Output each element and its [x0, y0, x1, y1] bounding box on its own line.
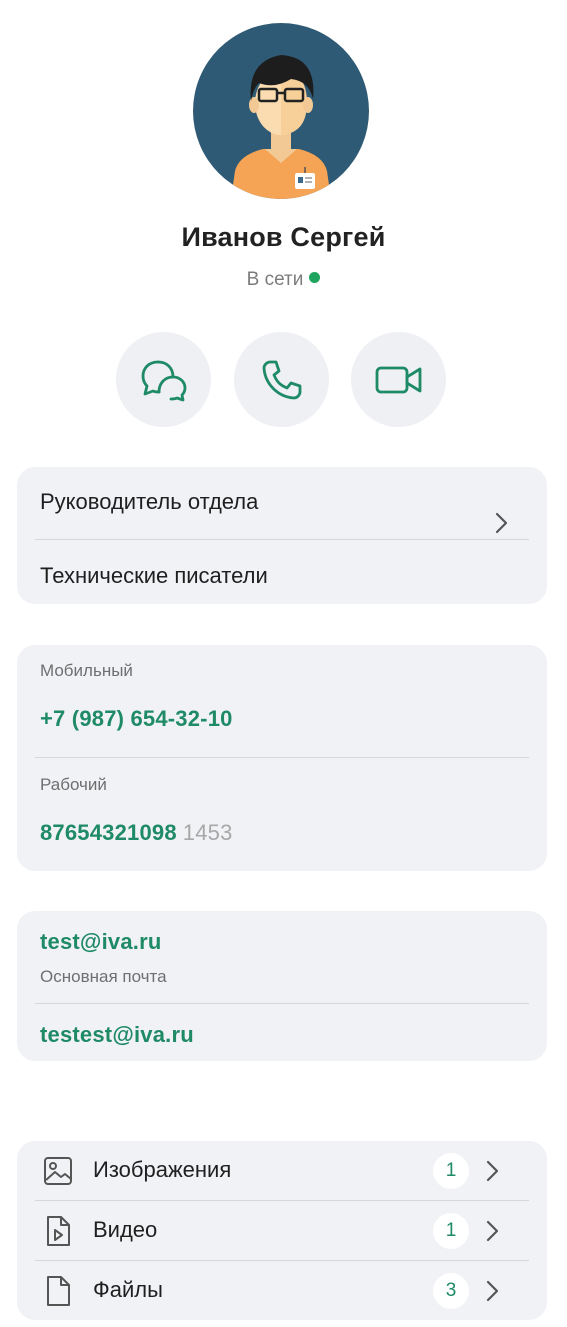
divider — [35, 1003, 529, 1004]
org-card: Руководитель отдела Технические писатели — [17, 467, 547, 604]
chevron-right-icon — [486, 1220, 499, 1242]
media-row-label: Файлы — [93, 1277, 163, 1302]
chevron-right-icon — [486, 1160, 499, 1182]
contact-profile-screen: Иванов Сергей В сети Руководитель отдела… — [0, 0, 567, 1327]
video-file-icon — [47, 1216, 70, 1246]
media-row-label: Изображения — [93, 1157, 232, 1182]
count-badge: 1 — [433, 1213, 469, 1249]
chevron-right-icon — [486, 1280, 499, 1302]
action-buttons — [116, 332, 446, 428]
count-badge: 3 — [433, 1273, 469, 1309]
position-label: Руководитель отдела — [40, 489, 259, 514]
contact-name: Иванов Сергей — [181, 222, 386, 252]
media-row-files[interactable]: Файлы 3 — [17, 1261, 547, 1321]
divider — [35, 539, 529, 540]
avatar — [193, 23, 369, 199]
divider — [35, 757, 529, 758]
phone-icon — [262, 360, 301, 399]
presence-status-label: В сети — [246, 269, 304, 290]
count-badge: 1 — [433, 1153, 469, 1189]
video-camera-icon — [375, 366, 421, 393]
online-dot-icon — [309, 272, 321, 283]
media-row-images[interactable]: Изображения 1 — [17, 1141, 547, 1201]
primary-email-label: Основная почта — [40, 967, 167, 986]
mobile-phone-label: Мобильный — [40, 661, 133, 680]
chat-icon — [141, 360, 186, 401]
primary-email-link[interactable]: test@iva.ru — [40, 929, 161, 955]
position-row[interactable]: Руководитель отдела — [40, 489, 529, 534]
presence-status: В сети — [0, 269, 567, 291]
image-icon — [44, 1157, 72, 1185]
mobile-phone-link[interactable]: +7 (987) 654-32-10 — [40, 706, 233, 732]
phones-card: Мобильный +7 (987) 654-32-10 Рабочий 876… — [17, 645, 547, 871]
work-phone-label: Рабочий — [40, 775, 107, 794]
work-phone-number: 87654321098 — [40, 820, 177, 845]
department-row: Технические писатели — [40, 563, 529, 589]
chevron-right-icon — [495, 512, 508, 534]
media-card: Изображения 1 Видео 1 Файлы 3 — [17, 1141, 547, 1320]
chat-button[interactable] — [116, 332, 211, 427]
secondary-email-link[interactable]: testest@iva.ru — [40, 1022, 194, 1048]
department-label: Технические писатели — [40, 563, 268, 588]
emails-card: test@iva.ru Основная почта testest@iva.r… — [17, 911, 547, 1061]
work-phone-link[interactable]: 87654321098 1453 — [40, 820, 233, 846]
media-row-label: Видео — [93, 1217, 158, 1242]
call-button[interactable] — [234, 332, 329, 427]
media-row-video[interactable]: Видео 1 — [17, 1201, 547, 1261]
file-icon — [47, 1276, 70, 1306]
work-phone-extension: 1453 — [182, 820, 233, 845]
video-call-button[interactable] — [351, 332, 446, 427]
